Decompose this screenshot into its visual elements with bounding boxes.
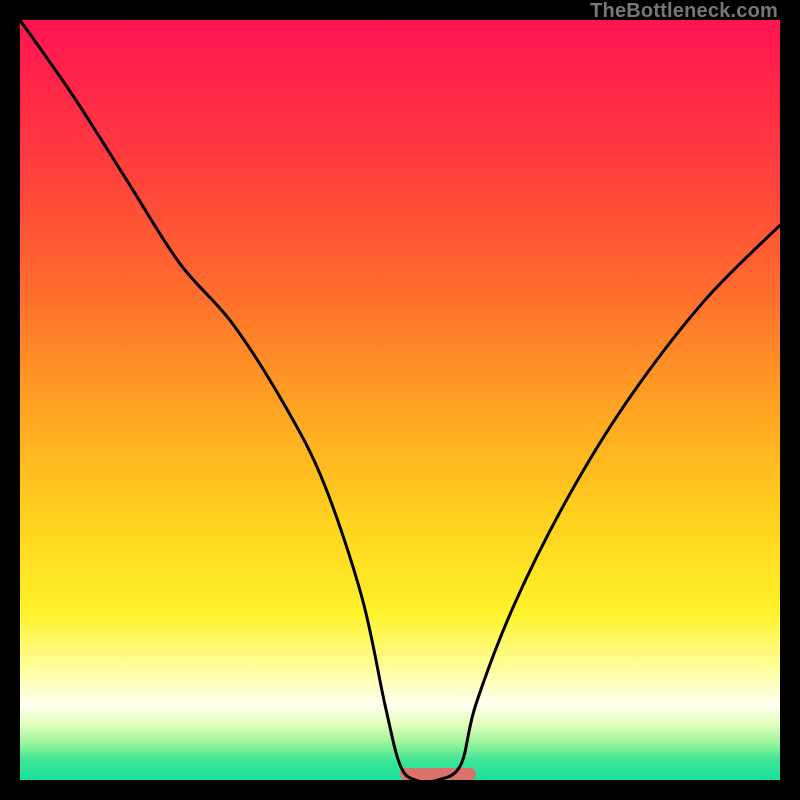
chart-frame: TheBottleneck.com: [0, 0, 800, 800]
plot-area: [20, 20, 780, 780]
watermark-text: TheBottleneck.com: [590, 0, 778, 23]
bottleneck-curve: [20, 20, 780, 780]
